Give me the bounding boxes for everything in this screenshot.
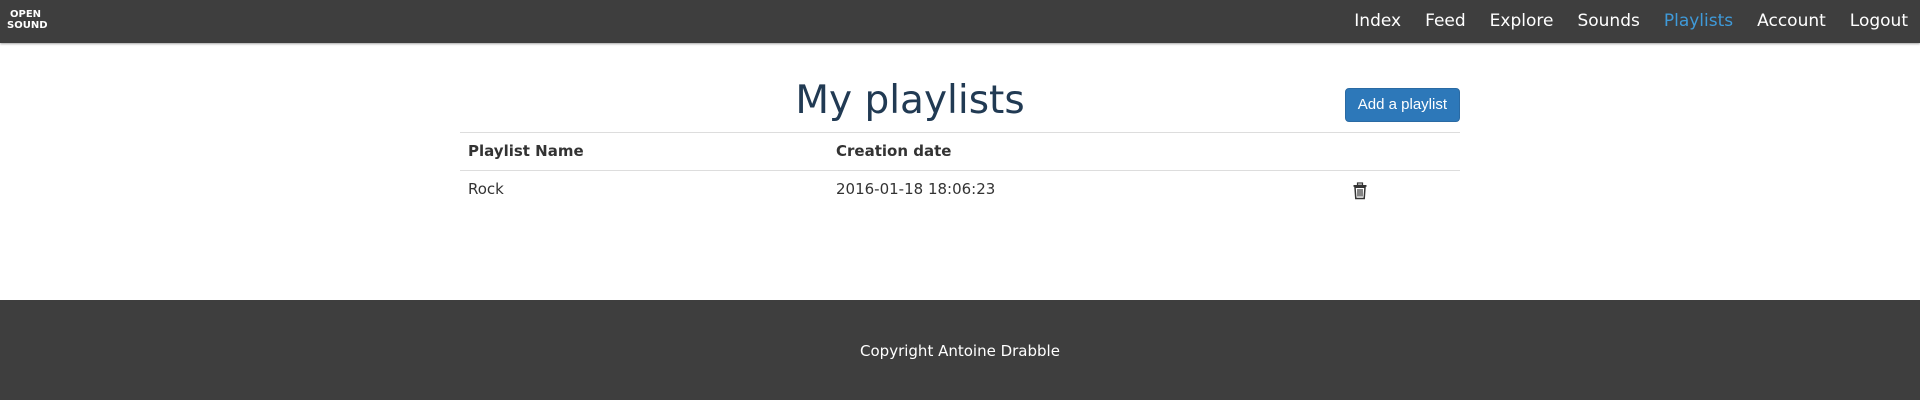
copyright-text: Copyright Antoine Drabble	[860, 342, 1060, 360]
table-header-row: Playlist Name Creation date	[460, 132, 1460, 170]
page-title: My playlists	[795, 78, 1025, 123]
nav-item-index[interactable]: Index	[1342, 0, 1413, 43]
top-navbar: OPEN SOUND Index Feed Explore Sounds Pla…	[0, 0, 1920, 43]
add-playlist-button[interactable]: Add a playlist	[1344, 88, 1460, 122]
trash-icon[interactable]	[1351, 182, 1369, 200]
opensound-logo[interactable]: OPEN SOUND	[7, 9, 48, 33]
nav-item-explore[interactable]: Explore	[1478, 0, 1566, 43]
nav-item-playlists[interactable]: Playlists	[1652, 0, 1745, 43]
nav-item-account[interactable]: Account	[1745, 0, 1838, 43]
logo-line-2: SOUND	[7, 20, 48, 31]
nav-menu: Index Feed Explore Sounds Playlists Acco…	[1342, 0, 1920, 43]
playlists-table: Playlist Name Creation date Rock 2016-01…	[460, 132, 1460, 208]
logo-line-1: OPEN	[10, 9, 42, 20]
nav-item-feed[interactable]: Feed	[1413, 0, 1478, 43]
playlist-creation-date: 2016-01-18 18:06:23	[836, 180, 996, 198]
playlist-name-link[interactable]: Rock	[468, 171, 504, 208]
nav-item-logout[interactable]: Logout	[1838, 0, 1920, 43]
table-row: Rock 2016-01-18 18:06:23	[460, 170, 1460, 208]
column-header-creation-date: Creation date	[836, 142, 952, 160]
footer: Copyright Antoine Drabble	[0, 300, 1920, 400]
nav-item-sounds[interactable]: Sounds	[1565, 0, 1651, 43]
main-content: My playlists Add a playlist Playlist Nam…	[460, 43, 1460, 300]
column-header-playlist-name: Playlist Name	[468, 142, 584, 160]
